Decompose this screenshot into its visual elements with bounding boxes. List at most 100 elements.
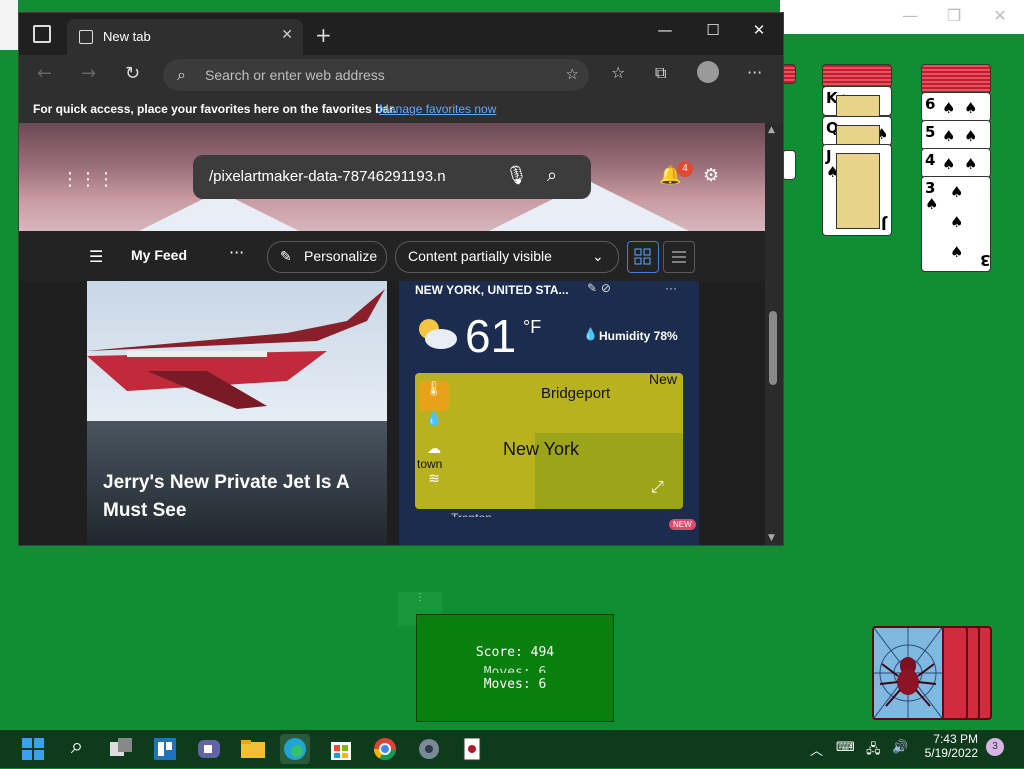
card-king-spades[interactable]: K ♠ xyxy=(822,86,892,119)
clock-date: 5/19/2022 xyxy=(924,746,978,760)
card-three-spades[interactable]: 3 ♠ ♠ ♠ ♠ 3 xyxy=(921,176,991,272)
wind-icon[interactable]: ≋ xyxy=(419,471,449,501)
stock-card-top[interactable] xyxy=(872,626,944,720)
score-panel: Score: 494 Moves: 6 Moves: 6 xyxy=(416,614,614,722)
clock[interactable]: 7:43 PM 5/19/2022 xyxy=(918,732,978,760)
collections-icon[interactable]: ⧉ xyxy=(655,63,666,83)
add-favorite-icon[interactable]: ☆ xyxy=(566,65,579,83)
web-search-box[interactable]: /pixelartmaker-data-78746291193.n 🎙 ⌕ xyxy=(193,155,591,199)
store-icon[interactable] xyxy=(326,734,356,764)
map-label-new: New xyxy=(649,373,678,387)
pencil-icon: ✎ xyxy=(280,248,292,264)
network-icon[interactable]: 🖧 xyxy=(866,740,881,762)
weather-map[interactable]: 🌡 💧 ☁ ≋ Bridgeport New New York town ⤢ xyxy=(415,373,683,509)
chevron-down-icon: ⌄ xyxy=(592,248,604,264)
edit-location-icon[interactable]: ✎ ⊘ xyxy=(587,281,611,295)
settings-more-button[interactable]: ··· xyxy=(747,63,762,82)
precipitation-icon[interactable]: 💧 xyxy=(419,411,449,441)
menu-icon[interactable]: ☰ xyxy=(89,247,103,266)
chevron-up-icon[interactable]: ︿ xyxy=(810,740,823,759)
notification-center-badge[interactable]: 3 xyxy=(986,738,1004,756)
new-tab-button[interactable]: + xyxy=(315,23,332,47)
tab-close-icon[interactable]: ✕ xyxy=(281,27,293,43)
minimize-button[interactable]: — xyxy=(645,21,685,39)
widgets-icon[interactable] xyxy=(150,734,180,764)
maximize-button[interactable]: ☐ xyxy=(693,21,733,39)
card-six-spades[interactable]: 6 ♠ ♠ xyxy=(921,92,991,122)
settings-icon[interactable] xyxy=(414,734,444,764)
list-view-button[interactable] xyxy=(663,241,695,273)
solitaire-close-icon[interactable]: ✕ xyxy=(988,6,1012,28)
file-explorer-icon[interactable] xyxy=(238,734,268,764)
my-feed-tab[interactable]: My Feed xyxy=(131,247,187,263)
forward-button[interactable]: → xyxy=(81,63,96,84)
keyboard-icon[interactable]: ⌨ xyxy=(836,740,855,755)
card-rank-bottom: J xyxy=(881,215,887,233)
card-pile-edge[interactable] xyxy=(782,150,796,180)
content-visibility-dropdown[interactable]: Content partially visible ⌄ xyxy=(395,241,619,273)
news-image xyxy=(87,281,387,421)
edge-icon[interactable] xyxy=(280,734,310,764)
personalize-label: Personalize xyxy=(304,248,378,264)
volume-icon[interactable]: 🔊 xyxy=(892,740,908,755)
profile-avatar[interactable] xyxy=(697,61,719,83)
spade-icon: ♠ xyxy=(942,99,956,117)
thermometer-icon[interactable]: 🌡 xyxy=(419,381,449,411)
spade-icon: ♠ xyxy=(950,243,964,261)
feed-more-button[interactable]: ··· xyxy=(229,243,244,262)
manage-favorites-link[interactable]: Manage favorites now xyxy=(379,102,496,116)
scroll-up-icon[interactable]: ▲ xyxy=(768,125,775,135)
news-headline[interactable]: Jerry's New Private Jet Is A Must See xyxy=(103,469,363,525)
close-button[interactable]: ✕ xyxy=(739,21,779,39)
address-bar[interactable]: ⌕ Search or enter web address ☆ xyxy=(163,59,589,91)
search-query: /pixelartmaker-data-78746291193.n xyxy=(209,168,446,185)
search-icon[interactable]: ⌕ xyxy=(547,165,557,186)
scrollbar-thumb[interactable] xyxy=(769,311,777,385)
tab-actions-icon[interactable] xyxy=(33,25,51,43)
task-view-icon[interactable] xyxy=(106,734,136,764)
spade-icon: ♠ xyxy=(942,155,956,173)
refresh-button[interactable]: ↻ xyxy=(125,63,140,84)
solitaire-restore-icon[interactable]: ❐ xyxy=(942,6,966,28)
expand-icon[interactable]: ⤢ xyxy=(651,477,664,497)
new-badge: NEW xyxy=(669,519,696,530)
card-four-spades[interactable]: 4 ♠ ♠ xyxy=(921,148,991,178)
taskbar: ⌕ ︿ ⌨ 🖧 🔊 7:43 PM 5/19/2022 3 xyxy=(0,730,1024,768)
card-back[interactable] xyxy=(822,64,892,88)
jack-face-image xyxy=(836,153,880,229)
grid-icon xyxy=(634,248,651,265)
app-launcher-icon[interactable]: ⋮⋮⋮ xyxy=(61,169,115,190)
personalize-button[interactable]: ✎ Personalize xyxy=(267,241,387,273)
visibility-label: Content partially visible xyxy=(408,248,552,264)
card-pile-back[interactable] xyxy=(782,64,796,84)
favorites-bar: For quick access, place your favorites h… xyxy=(19,95,783,123)
tab-new-tab[interactable]: New tab ✕ xyxy=(67,19,303,55)
vertical-scrollbar[interactable]: ▲ ▼ xyxy=(765,123,783,545)
weather-more-button[interactable]: ··· xyxy=(665,281,677,295)
new-tab-favicon-icon xyxy=(79,30,93,44)
favorites-icon[interactable]: ☆ xyxy=(611,63,625,82)
card-back[interactable] xyxy=(921,64,991,94)
teams-chat-icon[interactable] xyxy=(194,734,224,764)
news-card[interactable]: Jerry's New Private Jet Is A Must See xyxy=(87,281,387,545)
scroll-down-icon[interactable]: ▼ xyxy=(768,533,775,543)
start-icon[interactable] xyxy=(18,734,48,764)
grid-view-button[interactable] xyxy=(627,241,659,273)
weather-location: NEW YORK, UNITED STA... xyxy=(415,283,569,297)
weather-card[interactable]: NEW YORK, UNITED STA... ✎ ⊘ ··· 61 °F 💧 … xyxy=(399,281,699,545)
spider-solitaire-icon[interactable] xyxy=(458,734,488,764)
card-rank: 4 xyxy=(925,151,936,169)
search-icon[interactable]: ⌕ xyxy=(62,734,92,764)
gear-icon[interactable]: ⚙ xyxy=(703,165,719,186)
card-queen-spades[interactable]: Q ♠ xyxy=(822,116,892,149)
card-five-spades[interactable]: 5 ♠ ♠ xyxy=(921,120,991,150)
card-jack-spades[interactable]: J ♠ J xyxy=(822,144,892,236)
solitaire-minimize-icon[interactable]: — xyxy=(898,6,922,28)
back-button[interactable]: ← xyxy=(37,63,52,84)
favorites-message: For quick access, place your favorites h… xyxy=(33,102,397,116)
microphone-icon[interactable]: 🎙 xyxy=(505,165,528,186)
chrome-icon[interactable] xyxy=(370,734,400,764)
hero-background-image: ⋮⋮⋮ /pixelartmaker-data-78746291193.n 🎙 … xyxy=(19,123,765,231)
notification-badge: 4 xyxy=(677,161,693,177)
moves-label: Moves: xyxy=(483,677,531,692)
